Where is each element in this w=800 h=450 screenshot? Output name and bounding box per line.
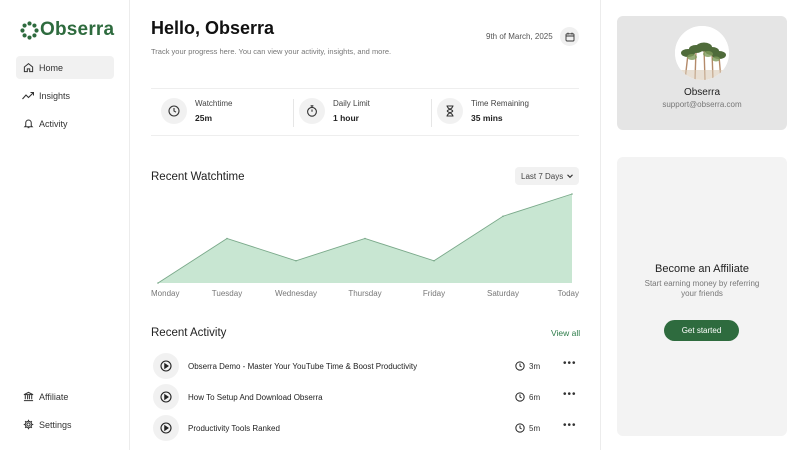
more-options-button[interactable]: ••• xyxy=(563,358,577,369)
sidebar-item-home[interactable]: Home xyxy=(16,56,114,79)
sidebar-item-label: Activity xyxy=(39,118,68,129)
stat-daily-limit: Daily Limit 1 hour xyxy=(299,98,370,124)
chart-point-saturday xyxy=(502,215,504,218)
profile-card: Obserra support@obserra.com xyxy=(617,16,787,130)
chart-point-wednesday xyxy=(295,259,297,262)
stat-label: Time Remaining xyxy=(471,99,529,108)
sidebar: Obserra Home Insights Activity Affiliate xyxy=(0,0,130,450)
activity-title-text: Obserra Demo - Master Your YouTube Time … xyxy=(188,361,418,371)
clock-icon xyxy=(515,423,525,433)
more-options-button[interactable]: ••• xyxy=(563,389,577,400)
clock-icon xyxy=(515,392,525,402)
affiliate-card: Become an Affiliate Start earning money … xyxy=(617,157,787,436)
get-started-button[interactable]: Get started xyxy=(664,320,739,341)
sidebar-item-settings[interactable]: Settings xyxy=(16,413,114,436)
app-window: Obserra Home Insights Activity Affiliate xyxy=(0,0,800,450)
watchtime-chart xyxy=(157,193,573,284)
view-all-link[interactable]: View all xyxy=(551,328,580,338)
avatar[interactable] xyxy=(675,26,729,80)
activity-title-text: Productivity Tools Ranked xyxy=(188,423,280,433)
activity-row[interactable]: Obserra Demo - Master Your YouTube Time … xyxy=(153,353,579,379)
activity-duration: 6m xyxy=(515,392,540,402)
calendar-icon xyxy=(565,32,574,41)
sidebar-item-label: Settings xyxy=(39,419,72,430)
sidebar-item-activity[interactable]: Activity xyxy=(16,112,114,135)
x-tick-label-thursday: Thursday xyxy=(348,289,382,298)
activity-duration: 3m xyxy=(515,361,540,371)
profile-email: support@obserra.com xyxy=(662,100,742,109)
stat-time-remaining: Time Remaining 35 mins xyxy=(437,98,529,124)
x-tick-label-monday: Monday xyxy=(151,289,180,298)
activity-row[interactable]: How To Setup And Download Obserra 6m ••• xyxy=(153,384,579,410)
x-tick-label-friday: Friday xyxy=(422,289,446,298)
profile-name: Obserra xyxy=(683,87,721,98)
sidebar-item-label: Home xyxy=(39,62,64,73)
chevron-down-icon xyxy=(567,174,573,179)
activity-duration-value: 5m xyxy=(529,423,541,433)
x-tick-label-tuesday: Tuesday xyxy=(211,289,243,298)
stopwatch-icon xyxy=(299,98,325,124)
play-icon xyxy=(160,422,172,434)
activity-title: Recent Activity xyxy=(151,327,227,339)
calendar-button[interactable] xyxy=(560,27,579,46)
x-tick-label-wednesday: Wednesday xyxy=(274,289,318,298)
page-title: Hello, Obserra xyxy=(151,18,275,38)
main-content: Hello, Obserra Track your progress here.… xyxy=(131,0,600,450)
page-subtitle: Track your progress here. You can view y… xyxy=(151,47,392,56)
stat-label: Watchtime xyxy=(195,99,233,108)
avatar-palm-trees-image xyxy=(675,26,729,80)
play-button[interactable] xyxy=(153,415,179,441)
play-icon xyxy=(160,360,172,372)
activity-duration: 5m xyxy=(515,423,540,433)
stat-divider xyxy=(293,99,294,127)
stat-label: Daily Limit xyxy=(333,99,370,108)
logo-icon xyxy=(20,20,39,40)
activity-duration-value: 3m xyxy=(529,361,541,371)
chart-point-friday xyxy=(433,259,435,262)
clock-icon xyxy=(515,361,525,371)
stats-bar: Watchtime 25m Daily Limit 1 hour Time Re… xyxy=(151,88,579,136)
hourglass-icon xyxy=(437,98,463,124)
more-options-button[interactable]: ••• xyxy=(563,420,577,431)
play-icon xyxy=(160,391,172,403)
sidebar-item-insights[interactable]: Insights xyxy=(16,84,114,107)
stat-divider xyxy=(431,99,432,127)
play-button[interactable] xyxy=(153,353,179,379)
chart-point-thursday xyxy=(364,237,366,240)
stat-value: 1 hour xyxy=(333,113,359,123)
activity-duration-value: 6m xyxy=(529,392,541,402)
chart-point-tuesday xyxy=(226,237,228,240)
stat-value: 25m xyxy=(195,113,213,123)
activity-title-text: How To Setup And Download Obserra xyxy=(188,392,323,402)
bank-icon xyxy=(22,391,34,403)
brand-name: Obserra xyxy=(40,19,115,40)
play-button[interactable] xyxy=(153,384,179,410)
affiliate-subtitle: Start earning money by referring your fr… xyxy=(644,279,760,298)
x-tick-label-saturday: Saturday xyxy=(486,289,520,298)
range-select[interactable]: Last 7 Days xyxy=(515,167,579,185)
chart-point-monday xyxy=(157,282,159,284)
affiliate-title: Become an Affiliate xyxy=(655,263,749,275)
sidebar-item-label: Affiliate xyxy=(39,391,69,402)
current-date: 9th of March, 2025 xyxy=(486,32,553,41)
right-panel: Obserra support@obserra.com Become an Af… xyxy=(600,0,800,450)
sidebar-item-label: Insights xyxy=(39,90,71,101)
chart-point-today xyxy=(571,193,573,195)
watchtime-title: Recent Watchtime xyxy=(151,171,245,183)
bell-icon xyxy=(22,118,34,130)
sidebar-item-affiliate[interactable]: Affiliate xyxy=(16,385,114,408)
stat-value: 35 mins xyxy=(471,113,503,123)
trend-icon xyxy=(22,90,34,102)
brand-logo[interactable]: Obserra xyxy=(20,19,114,41)
activity-row[interactable]: Productivity Tools Ranked 5m ••• xyxy=(153,415,579,441)
home-icon xyxy=(22,62,34,74)
range-select-value: Last 7 Days xyxy=(521,171,564,181)
stat-watchtime: Watchtime 25m xyxy=(161,98,233,124)
clock-icon xyxy=(161,98,187,124)
x-tick-label-today: Today xyxy=(557,289,579,298)
gear-icon xyxy=(22,419,34,431)
